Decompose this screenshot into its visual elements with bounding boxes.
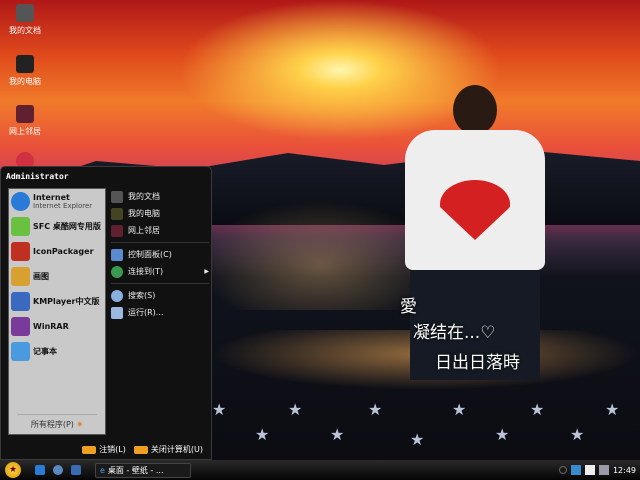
star: ★ — [410, 430, 425, 449]
menu-item-control-panel[interactable]: 控制面板(C) — [111, 246, 209, 263]
star: ★ — [330, 425, 345, 444]
wallpaper-text-love: 愛 — [400, 297, 417, 317]
globe-quicklaunch-icon[interactable] — [53, 465, 63, 475]
menu-item-connect-to[interactable]: 连接到(T) ▶ — [111, 263, 209, 280]
sfc-icon — [11, 217, 30, 236]
wallpaper-text-line2: 凝结在...♡ — [413, 323, 496, 343]
label: 搜索(S) — [128, 291, 156, 300]
taskbar: ★ e 桌面 - 壁纸 - ... 12:49 — [0, 460, 640, 480]
kmplayer-icon — [11, 292, 30, 311]
search-icon — [111, 289, 123, 302]
clock[interactable]: 12:49 — [613, 466, 636, 475]
star: ★ — [212, 400, 227, 419]
winrar-icon — [11, 317, 30, 336]
globe-icon — [111, 265, 123, 278]
paint-icon — [11, 267, 30, 286]
computer-icon — [16, 55, 34, 73]
ie-quicklaunch-icon[interactable] — [35, 465, 45, 475]
star: ★ — [288, 400, 303, 419]
ie-icon: e — [100, 465, 105, 475]
input-method-icon[interactable] — [598, 465, 609, 475]
network-icon — [16, 105, 34, 123]
menu-item-internet-explorer[interactable]: Internet Internet Explorer — [9, 189, 105, 214]
menu-item-search[interactable]: 搜索(S) — [111, 287, 209, 304]
label: Internet — [33, 193, 70, 202]
power-icon — [133, 445, 148, 454]
network-tray-icon[interactable] — [570, 465, 581, 475]
star: ★ — [495, 425, 510, 444]
label: 连接到(T) — [128, 267, 164, 276]
sublabel: Internet Explorer — [33, 202, 93, 210]
label: 关闭计算机(U) — [150, 445, 203, 454]
star: ★ — [570, 425, 585, 444]
menu-item-winrar[interactable]: WinRAR — [9, 314, 105, 339]
iconpackager-icon — [11, 242, 30, 261]
computer-icon — [111, 207, 123, 220]
menu-item-iconpackager[interactable]: IconPackager — [9, 239, 105, 264]
start-menu-footer: 注销(L) 关闭计算机(U) — [82, 444, 203, 455]
documents-icon — [16, 4, 34, 22]
all-programs-button[interactable]: 所有程序(P) ✷ — [17, 414, 97, 430]
control-panel-icon — [111, 248, 123, 261]
label: 我的电脑 — [128, 209, 160, 218]
divider — [111, 283, 209, 284]
label: 桌面 - 壁纸 - ... — [107, 465, 164, 475]
icon-label: 网上邻居 — [9, 127, 41, 136]
label: 画图 — [33, 272, 49, 281]
label: KMPlayer中文版 — [33, 297, 100, 306]
places-list: 我的文档 我的电脑 网上邻居 控制面板(C) 连接到(T) ▶ 搜索(S) 运行(… — [111, 188, 209, 321]
system-tray: 12:49 — [558, 465, 640, 475]
menu-item-paint[interactable]: 画图 — [9, 264, 105, 289]
star: ★ — [530, 400, 545, 419]
label: SFC 桌酷网专用版 — [33, 222, 101, 231]
star: ★ — [452, 400, 467, 419]
label: 网上邻居 — [128, 226, 160, 235]
taskbar-button-window[interactable]: e 桌面 - 壁纸 - ... — [95, 462, 191, 478]
menu-item-kmplayer[interactable]: KMPlayer中文版 — [9, 289, 105, 314]
desktop-icon-network[interactable]: 网上邻居 — [0, 105, 50, 137]
documents-icon — [111, 190, 123, 203]
star: ★ — [368, 400, 383, 419]
star: ★ — [255, 425, 270, 444]
label: 我的文档 — [128, 192, 160, 201]
label: 控制面板(C) — [128, 250, 172, 259]
logoff-icon — [82, 445, 97, 454]
label: 运行(R)... — [128, 308, 164, 317]
menu-item-my-computer[interactable]: 我的电脑 — [111, 205, 209, 222]
wallpaper-text-line3: 日出日落時 — [435, 353, 520, 373]
star: ★ — [605, 400, 620, 419]
menu-item-my-documents[interactable]: 我的文档 — [111, 188, 209, 205]
label: 记事本 — [33, 347, 57, 356]
ie-icon — [11, 192, 30, 211]
label: 所有程序(P) — [30, 420, 74, 429]
app-tray-icon[interactable] — [584, 465, 595, 475]
run-icon — [111, 306, 123, 319]
menu-item-run[interactable]: 运行(R)... — [111, 304, 209, 321]
arrow-icon: ✷ — [76, 420, 84, 429]
menu-item-sfc[interactable]: SFC 桌酷网专用版 — [9, 214, 105, 239]
desktop-icon-my-computer[interactable]: 我的电脑 — [0, 55, 50, 87]
start-button[interactable]: ★ — [5, 462, 21, 478]
network-icon — [111, 224, 123, 237]
logoff-button[interactable]: 注销(L) — [82, 444, 126, 455]
user-name: Administrator — [6, 172, 69, 181]
shutdown-button[interactable]: 关闭计算机(U) — [133, 444, 203, 455]
label: 注销(L) — [99, 445, 126, 454]
menu-item-notepad[interactable]: 记事本 — [9, 339, 105, 364]
desktop-quicklaunch-icon[interactable] — [71, 465, 81, 475]
label: WinRAR — [33, 322, 69, 331]
start-menu: Administrator Internet Internet Explorer … — [0, 166, 212, 460]
divider — [111, 242, 209, 243]
tray-expand-icon[interactable] — [558, 466, 567, 474]
desktop-icon-my-documents[interactable]: 我的文档 — [0, 4, 50, 36]
pinned-programs: Internet Internet Explorer SFC 桌酷网专用版 Ico… — [8, 188, 106, 435]
menu-item-network[interactable]: 网上邻居 — [111, 222, 209, 239]
submenu-arrow-icon: ▶ — [204, 268, 209, 275]
label: IconPackager — [33, 247, 94, 256]
notepad-icon — [11, 342, 30, 361]
icon-label: 我的文档 — [9, 26, 41, 35]
icon-label: 我的电脑 — [9, 77, 41, 86]
